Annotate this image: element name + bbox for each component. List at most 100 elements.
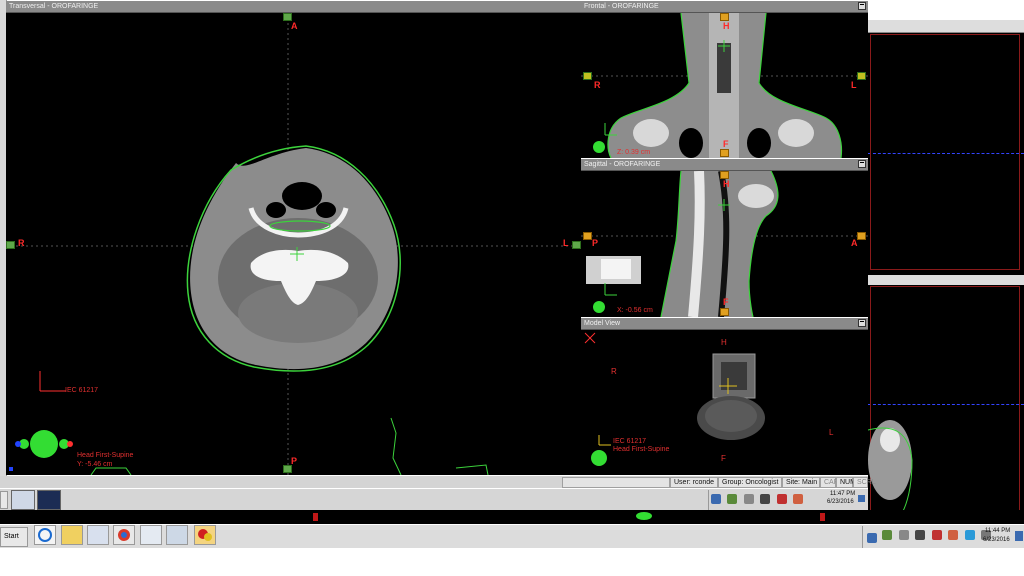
frontal-orient-left: R (594, 80, 601, 90)
model-iec-label: IEC 61217 (613, 438, 647, 445)
status-empty (562, 477, 670, 488)
taskbar-search-icon[interactable] (87, 525, 109, 545)
patient-orientation-icon (15, 430, 73, 458)
model-patient-icon (591, 450, 607, 466)
sagittal-marker-top[interactable] (720, 171, 729, 179)
tray-v-icon[interactable] (915, 529, 926, 540)
transversal-axis-icon (39, 371, 66, 392)
frontal-marker-top[interactable] (720, 13, 729, 21)
sagittal-orient-top: H (723, 179, 730, 189)
model-orient-left: R (611, 367, 617, 376)
sagittal-coord-label: X: -0.56 cm (617, 307, 653, 314)
show-desktop-button[interactable] (1015, 531, 1023, 541)
transversal-orient-right: L (563, 238, 569, 248)
status-num: NUM (836, 477, 856, 488)
clock-date: 6/23/2016 (983, 537, 1010, 543)
inner-show-desktop[interactable] (858, 495, 865, 502)
start-button[interactable]: Start (0, 527, 28, 547)
transversal-marker-top[interactable] (283, 13, 292, 21)
frontal-orient-top: H (723, 21, 730, 31)
sagittal-titlebar: Sagittal - OROFARINGE (581, 159, 868, 171)
transversal-title: Transversal - OROFARINGE (9, 3, 99, 10)
tray-disc-icon[interactable] (898, 529, 909, 540)
frontal-titlebar: Frontal - OROFARINGE (581, 1, 868, 13)
clock-time: 11:44 PM (985, 528, 1011, 534)
screen-bottom (0, 548, 1024, 576)
status-user: User: rconde (670, 477, 718, 488)
frontal-marker-left[interactable] (583, 72, 592, 80)
transversal-marker-left[interactable] (6, 241, 15, 249)
model-3d-render (697, 353, 765, 440)
inner-tray-pen-icon[interactable] (776, 493, 787, 504)
transversal-coord-label: Y: -5.46 cm (77, 461, 113, 468)
inner-task-icon-2[interactable] (11, 490, 35, 510)
inner-tray-disc-icon[interactable] (743, 493, 754, 504)
statusbar: User: rconde Group: Oncologist Site: Mai… (0, 476, 876, 488)
inner-task-icon-3[interactable] (37, 490, 61, 510)
inner-task-icon-1[interactable] (0, 491, 8, 509)
frontal-maximize-button[interactable] (858, 2, 866, 10)
taskbar-folder-icon[interactable] (61, 525, 83, 545)
frontal-coord-label: Z: 0.39 cm (617, 149, 651, 156)
model-close-icon[interactable] (584, 332, 596, 344)
tray-app-icon[interactable] (948, 529, 959, 540)
model-orient-bottom: F (721, 454, 726, 463)
transversal-titlebar: Transversal - OROFARINGE (6, 1, 581, 13)
sagittal-ct-image (581, 171, 868, 317)
sagittal-orient-left: P (592, 238, 599, 248)
sagittal-marker-left[interactable] (583, 232, 592, 240)
taskbar-app-icon[interactable] (140, 525, 162, 545)
sagittal-maximize-button[interactable] (858, 160, 866, 168)
transversal-corner-dot (9, 467, 13, 471)
tray-network-icon[interactable] (867, 532, 877, 543)
transversal-marker-bottom[interactable] (283, 465, 292, 473)
frontal-pane[interactable]: Frontal - OROFARINGE H F R L Z: 0.39 cm (581, 1, 868, 158)
sagittal-orient-right: A (851, 238, 858, 248)
model-orient-top: H (721, 338, 727, 347)
status-group: Group: Oncologist (718, 477, 782, 488)
inner-tray-shield-icon[interactable] (727, 493, 738, 504)
bg-divider-1 (868, 275, 1024, 285)
model-view-titlebar: Model View (581, 318, 868, 330)
transversal-orient-left: R (18, 238, 25, 248)
inner-tray-app-icon[interactable] (793, 493, 804, 504)
sagittal-marker-right[interactable] (857, 232, 866, 240)
model-position-label: Head First-Supine (613, 446, 670, 453)
bg-ct-slice (868, 420, 913, 520)
remote-desktop-strip (0, 510, 1024, 524)
tray-pen-icon[interactable] (931, 529, 942, 540)
tray-shield-icon[interactable] (882, 529, 893, 540)
transversal-position-label: Head First-Supine (77, 452, 134, 459)
tray-skype-icon[interactable] (964, 529, 975, 540)
active-app-glyph (198, 529, 212, 541)
sagittal-orient-bottom: F (723, 297, 729, 307)
frontal-marker-right[interactable] (857, 72, 866, 80)
taskbar-remote-icon[interactable] (166, 525, 188, 545)
inner-clock-time: 11:47 PM (830, 491, 856, 497)
inner-tray-v-icon[interactable] (760, 493, 771, 504)
model-view-pane[interactable]: Model View H F R L IEC 61217 Head First-… (581, 318, 868, 475)
inner-tray-network-icon[interactable] (711, 493, 721, 504)
status-scrl: SCRL (853, 477, 876, 488)
sagittal-title: Sagittal - OROFARINGE (584, 161, 661, 168)
frontal-ct-image (581, 13, 868, 158)
transversal-pane[interactable]: Transversal - OROFARINGE A P R L IEC 612… (6, 1, 581, 475)
model-view-title: Model View (584, 320, 621, 327)
model-view-maximize-button[interactable] (858, 319, 866, 327)
status-cap: CAP (820, 477, 838, 488)
frontal-marker-bottom[interactable] (720, 149, 729, 157)
strip-red-mark-1 (313, 513, 318, 521)
ie-glyph (38, 528, 52, 542)
status-site: Site: Main (782, 477, 820, 488)
inner-clock-date: 6/23/2016 (827, 499, 854, 505)
frontal-orient-right: L (851, 80, 857, 90)
frontal-patient-icon (593, 123, 617, 153)
transversal-marker-right[interactable] (572, 241, 581, 249)
frontal-orient-bottom: F (723, 139, 729, 149)
transversal-ct-image (6, 13, 581, 475)
sagittal-pane[interactable]: Sagittal - OROFARINGE H F P A X: -0.56 c… (581, 159, 868, 317)
inner-taskbar: 11:47 PM 6/23/2016 (0, 488, 868, 511)
sagittal-marker-bottom[interactable] (720, 308, 729, 316)
sagittal-patient-icon (593, 283, 617, 313)
transversal-iec-label: IEC 61217 (65, 387, 99, 394)
